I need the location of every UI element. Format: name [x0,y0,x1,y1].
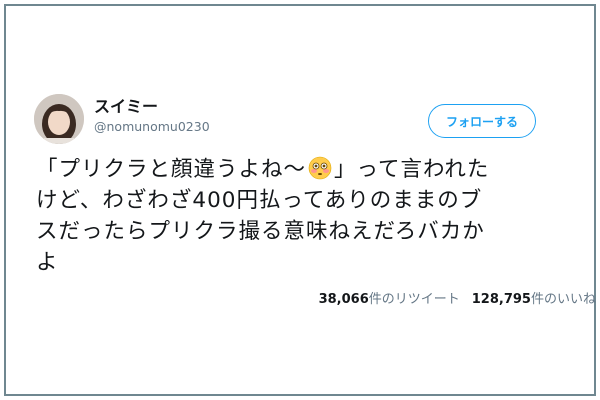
tweet-line-1-part-b: 」って言われた [334,157,490,182]
retweets-label: 件のリツイート [368,292,460,307]
retweets-stat[interactable]: 38,066件のリツイート [319,292,460,307]
tweet-text: 「プリクラと顔違うよね〜 」って言われた けど、わざわざ400円払ってありのまま… [36,154,572,278]
flushed-face-icon [308,156,332,180]
likes-count: 128,795 [471,292,531,307]
tweet-line-4: よ [36,250,59,275]
tweet-stats: 38,066件のリツイート 128,795件のいいね [319,288,596,307]
tweet-line-3: スだったらプリクラ撮る意味ねえだろバカか [36,219,485,244]
follow-button[interactable]: フォローする [428,104,536,138]
tweet-line-1-part-a: 「プリクラと顔違うよね〜 [36,157,307,182]
avatar[interactable] [34,94,84,144]
likes-label: 件のいいね [530,292,596,307]
display-name[interactable]: スイミー [94,97,158,117]
avatar-photo [34,94,84,144]
likes-stat[interactable]: 128,795件のいいね [472,292,596,307]
tweet-line-1: 「プリクラと顔違うよね〜 」って言われた [36,154,572,185]
tweet-card: スイミー @nomunomu0230 フォローする 「プリクラと顔違うよね〜 」… [32,88,596,378]
tweet-line-2: けど、わざわざ400円払ってありのままのブ [36,188,483,213]
retweets-count: 38,066 [318,292,369,307]
user-handle[interactable]: @nomunomu0230 [94,119,210,135]
